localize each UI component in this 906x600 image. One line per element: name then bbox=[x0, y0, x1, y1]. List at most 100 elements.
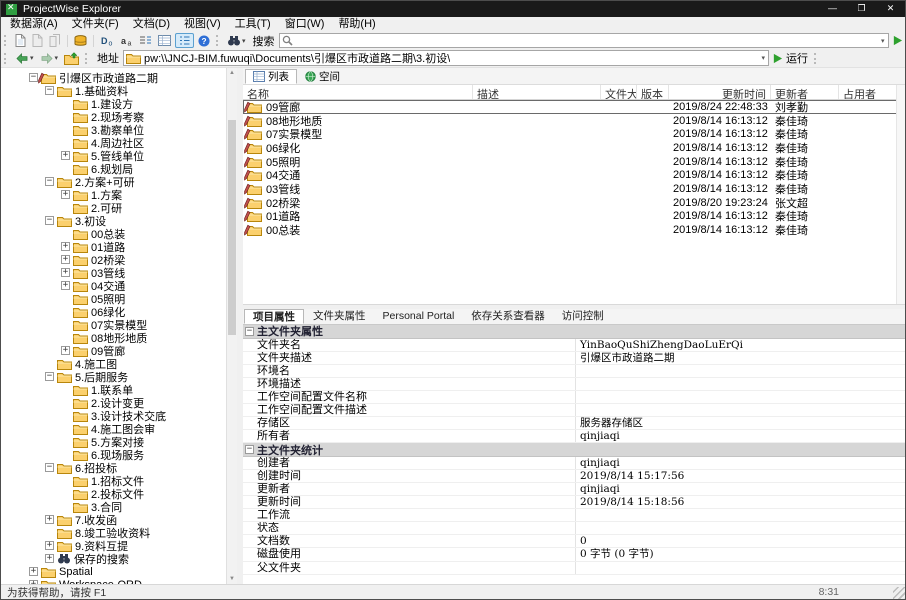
expand-toggle-icon[interactable]: + bbox=[45, 554, 54, 563]
back-history-caret-icon[interactable]: ▾ bbox=[30, 54, 34, 62]
collapse-toggle-icon[interactable]: − bbox=[45, 177, 54, 186]
property-row[interactable]: 更新时间2019/8/14 15:18:56 bbox=[243, 496, 905, 509]
expand-toggle-icon[interactable]: + bbox=[29, 567, 38, 576]
detail-view-button[interactable] bbox=[156, 33, 173, 48]
tree-item[interactable]: +Workspace-ORD bbox=[1, 578, 226, 584]
property-row[interactable]: 文件夹描述引爆区市政道路二期 bbox=[243, 352, 905, 365]
help-button[interactable]: ? bbox=[196, 33, 212, 48]
interface-button[interactable]: aa bbox=[118, 33, 135, 48]
expand-toggle-icon[interactable]: + bbox=[61, 268, 70, 277]
column-header-desc[interactable]: 描述 bbox=[473, 85, 601, 99]
address-dropdown-icon[interactable]: ▾ bbox=[759, 54, 769, 62]
list-tab-list[interactable]: 列表 bbox=[245, 69, 297, 84]
copy-button-disabled[interactable] bbox=[30, 33, 45, 48]
property-row[interactable]: 文档数0 bbox=[243, 535, 905, 548]
export-button[interactable] bbox=[72, 33, 89, 48]
expand-toggle-icon[interactable]: + bbox=[29, 580, 38, 584]
menu-item-7[interactable]: 帮助(H) bbox=[331, 17, 382, 32]
list-tab-spatial[interactable]: 空间 bbox=[298, 69, 347, 84]
forward-history-caret-icon[interactable]: ▾ bbox=[55, 54, 59, 62]
properties-tab-5[interactable]: 访问控制 bbox=[554, 309, 612, 324]
back-button[interactable]: ▾ bbox=[13, 51, 36, 66]
small-list-view-button[interactable] bbox=[137, 33, 154, 48]
column-header-user[interactable]: 占用者 bbox=[839, 85, 898, 99]
property-row[interactable]: 环境名 bbox=[243, 365, 905, 378]
run-button[interactable]: 运行 bbox=[770, 51, 810, 66]
properties-tab-3[interactable]: Personal Portal bbox=[375, 309, 463, 324]
toolbar-grip[interactable] bbox=[4, 35, 9, 46]
expand-toggle-icon[interactable]: + bbox=[61, 255, 70, 264]
toolbar-grip[interactable] bbox=[814, 53, 819, 64]
expand-toggle-icon[interactable]: + bbox=[61, 346, 70, 355]
property-row[interactable]: 工作空间配置文件描述 bbox=[243, 404, 905, 417]
expand-toggle-icon[interactable]: + bbox=[45, 541, 54, 550]
find-button[interactable]: ▾ bbox=[225, 33, 248, 48]
list-scrollbar[interactable] bbox=[896, 85, 905, 304]
menu-item-2[interactable]: 文件夹(F) bbox=[65, 17, 126, 32]
search-input[interactable]: ▾ bbox=[279, 33, 889, 48]
menu-item-6[interactable]: 窗口(W) bbox=[278, 17, 332, 32]
tree-scrollbar[interactable]: ▲ ▼ bbox=[227, 68, 237, 584]
collapse-toggle-icon[interactable]: − bbox=[45, 86, 54, 95]
menu-item-3[interactable]: 文档(D) bbox=[126, 17, 177, 32]
menu-item-1[interactable]: 数据源(A) bbox=[3, 17, 65, 32]
close-button[interactable]: ✕ bbox=[876, 1, 905, 17]
up-folder-button[interactable] bbox=[62, 51, 81, 66]
column-header-updated[interactable]: 更新时间 bbox=[669, 85, 771, 99]
properties-tab-1[interactable]: 项目属性 bbox=[244, 309, 304, 324]
column-header-updater[interactable]: 更新者 bbox=[771, 85, 839, 99]
property-row[interactable]: 文件夹名YinBaoQuShiZhengDaoLuErQi bbox=[243, 339, 905, 352]
run-search-button[interactable] bbox=[890, 33, 905, 48]
property-row[interactable]: 父文件夹 bbox=[243, 562, 905, 575]
file-row[interactable]: 00总装2019/8/14 16:13:12秦佳琦 bbox=[243, 223, 905, 237]
minimize-button[interactable]: — bbox=[818, 1, 847, 17]
expand-toggle-icon[interactable]: + bbox=[45, 515, 54, 524]
property-section-header[interactable]: −主文件夹属性 bbox=[243, 325, 905, 339]
column-header-version[interactable]: 版本 bbox=[637, 85, 669, 99]
expand-toggle-icon[interactable]: + bbox=[61, 281, 70, 290]
property-row[interactable]: 环境描述 bbox=[243, 378, 905, 391]
collapse-toggle-icon[interactable]: − bbox=[245, 327, 254, 336]
property-row[interactable]: 更新者qinjiaqi bbox=[243, 483, 905, 496]
toolbar-grip[interactable] bbox=[216, 35, 221, 46]
forward-button[interactable]: ▾ bbox=[38, 51, 61, 66]
property-row[interactable]: 存储区服务器存储区 bbox=[243, 417, 905, 430]
toolbar-grip[interactable] bbox=[4, 53, 9, 64]
expand-toggle-icon[interactable]: + bbox=[61, 242, 70, 251]
property-row[interactable]: 创建时间2019/8/14 15:17:56 bbox=[243, 470, 905, 483]
collapse-toggle-icon[interactable]: − bbox=[45, 463, 54, 472]
expand-toggle-icon[interactable]: + bbox=[61, 190, 70, 199]
expand-toggle-icon[interactable]: + bbox=[61, 151, 70, 160]
toolbar-grip[interactable] bbox=[85, 53, 90, 64]
property-row[interactable]: 创建者qinjiaqi bbox=[243, 457, 905, 470]
paste-button-disabled[interactable] bbox=[47, 33, 63, 48]
collapse-toggle-icon[interactable]: − bbox=[245, 445, 254, 454]
menu-item-5[interactable]: 工具(T) bbox=[228, 17, 278, 32]
property-section-header[interactable]: −主文件夹统计 bbox=[243, 443, 905, 457]
tree-scrollbar-thumb[interactable] bbox=[228, 120, 236, 335]
scroll-down-icon[interactable]: ▼ bbox=[227, 574, 237, 584]
title-bar[interactable]: ProjectWise Explorer — ❐ ✕ bbox=[1, 1, 905, 17]
search-dropdown-icon[interactable]: ▾ bbox=[878, 37, 888, 45]
column-header-name[interactable]: 名称 bbox=[243, 85, 473, 99]
resize-grip[interactable] bbox=[893, 587, 905, 599]
collapse-toggle-icon[interactable]: − bbox=[45, 216, 54, 225]
property-row[interactable]: 所有者qinjiaqi bbox=[243, 430, 905, 443]
maximize-button[interactable]: ❐ bbox=[847, 1, 876, 17]
address-input[interactable]: pw:\\JNCJ-BIM.fuwuqi\Documents\引爆区市政道路二期… bbox=[123, 50, 769, 66]
new-document-button[interactable] bbox=[13, 33, 28, 48]
menu-item-4[interactable]: 视图(V) bbox=[177, 17, 228, 32]
property-row[interactable]: 状态 bbox=[243, 522, 905, 535]
column-header-size[interactable]: 文件大小 bbox=[601, 85, 637, 99]
property-row[interactable]: 工作流 bbox=[243, 509, 905, 522]
tree-item[interactable]: 2.可研 bbox=[1, 201, 226, 214]
list-view-button[interactable] bbox=[175, 33, 194, 48]
property-row[interactable]: 磁盘使用0 字节 (0 字节) bbox=[243, 548, 905, 561]
property-row[interactable]: 工作空间配置文件名称 bbox=[243, 391, 905, 404]
scroll-up-icon[interactable]: ▲ bbox=[227, 68, 237, 78]
collapse-toggle-icon[interactable]: − bbox=[45, 372, 54, 381]
tree-item[interactable]: +保存的搜索 bbox=[1, 552, 226, 565]
copy-list-button[interactable]: Do bbox=[98, 33, 116, 48]
properties-tab-4[interactable]: 依存关系查看器 bbox=[463, 309, 553, 324]
properties-tab-2[interactable]: 文件夹属性 bbox=[305, 309, 374, 324]
